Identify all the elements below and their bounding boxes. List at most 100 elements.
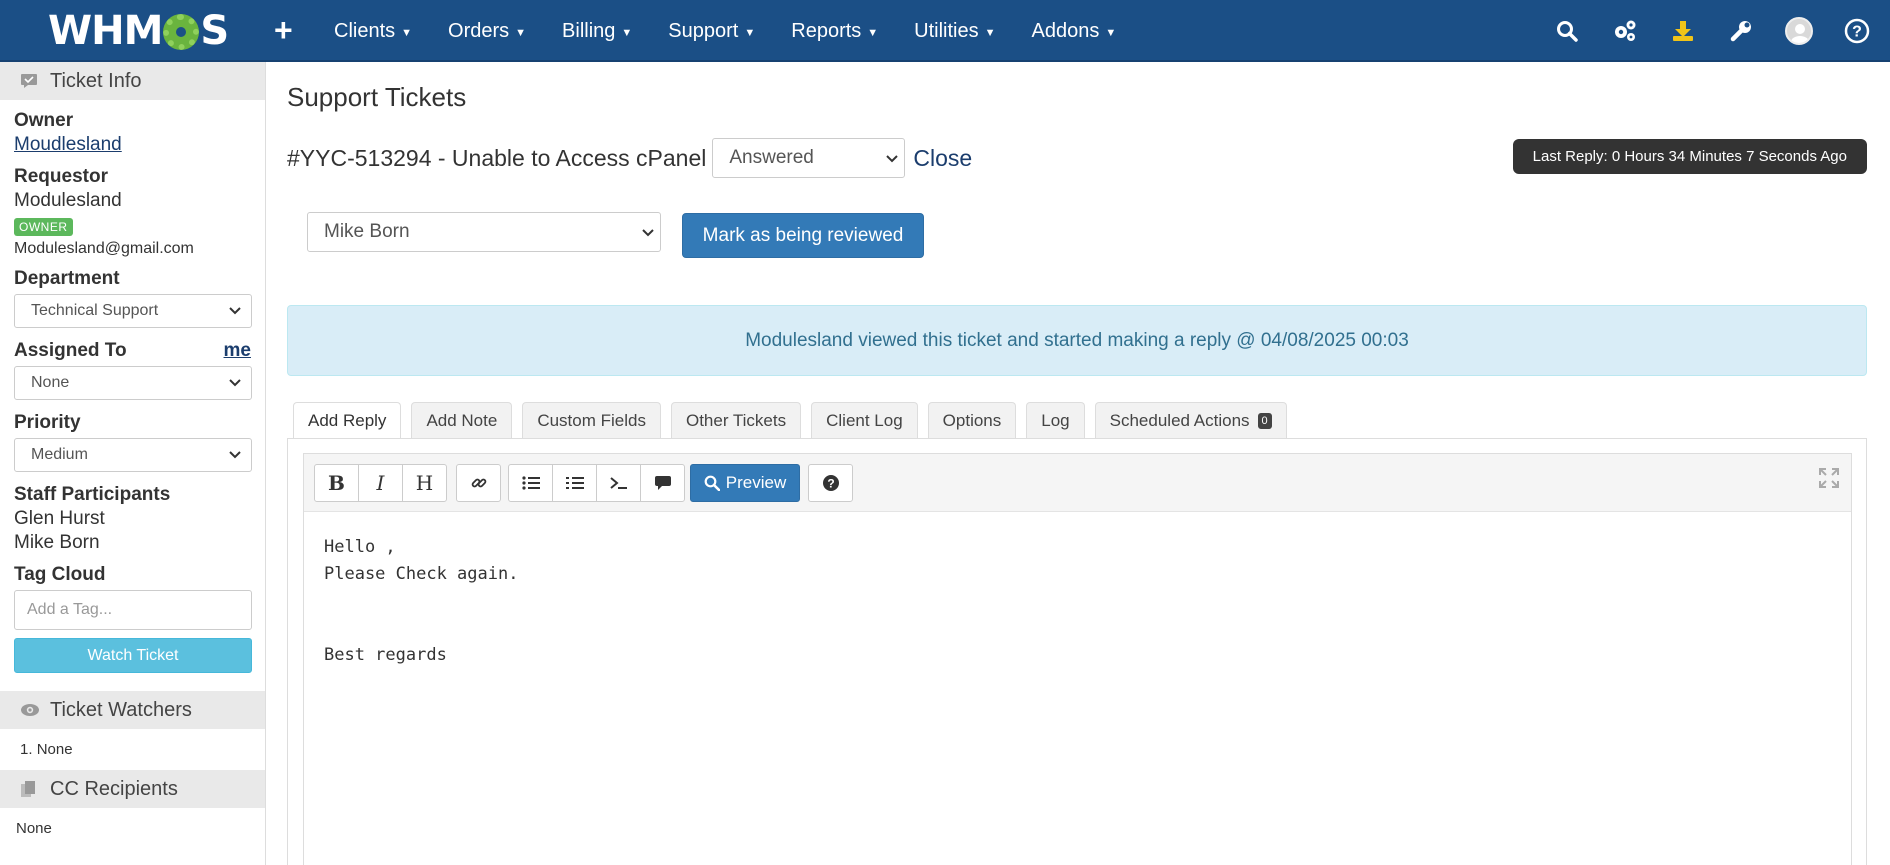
requestor-name: Modulesland xyxy=(14,190,122,211)
caret-down-icon: ▼ xyxy=(867,26,879,39)
reply-textarea[interactable]: Hello , Please Check again. Best regards xyxy=(304,512,1851,691)
heading-button[interactable]: H xyxy=(402,464,447,502)
page-title: Support Tickets xyxy=(287,82,467,112)
search-icon[interactable] xyxy=(1552,16,1582,46)
last-reply-badge: Last Reply: 0 Hours 34 Minutes 7 Seconds… xyxy=(1512,139,1867,174)
tab-label: Custom Fields xyxy=(537,410,646,430)
assign-staff-select[interactable]: Mike Born xyxy=(307,212,661,252)
participant-item: Mike Born xyxy=(14,532,100,553)
ticket-info-body: Owner Moudlesland Requestor Modulesland … xyxy=(0,110,265,673)
nav-utilities[interactable]: Utilities ▼ xyxy=(896,20,1013,43)
quote-button[interactable] xyxy=(640,464,685,502)
wrench-icon[interactable] xyxy=(1726,16,1756,46)
staff-participants-label: Staff Participants xyxy=(14,484,171,505)
tab-other-tickets[interactable]: Other Tickets xyxy=(670,402,802,438)
bullet-list-icon xyxy=(521,476,540,490)
link-icon xyxy=(471,478,486,488)
logo-gear-icon xyxy=(163,14,200,50)
tab-custom-fields[interactable]: Custom Fields xyxy=(522,402,661,438)
caret-down-icon: ▼ xyxy=(984,26,996,39)
department-label: Department xyxy=(14,268,120,289)
nav-label: Reports xyxy=(791,19,862,42)
tab-log[interactable]: Log xyxy=(1026,402,1085,438)
department-select[interactable]: Technical Support xyxy=(14,294,252,328)
tab-label: Scheduled Actions xyxy=(1109,410,1250,430)
nav-label: Orders xyxy=(448,19,510,42)
owner-badge: OWNER xyxy=(14,218,73,236)
tab-add-reply[interactable]: Add Reply xyxy=(293,402,402,439)
add-reply-panel: B I H Preview ? Hello , Please Check aga… xyxy=(287,438,1867,865)
ticket-watchers-heading: Ticket Watchers xyxy=(0,691,265,729)
nav-clients[interactable]: Clients ▼ xyxy=(316,20,430,43)
help-icon[interactable]: ? xyxy=(1842,16,1872,46)
watch-ticket-button[interactable]: Watch Ticket xyxy=(14,638,252,673)
ticket-info-heading: Ticket Info xyxy=(0,62,265,100)
svg-text:?: ? xyxy=(1852,24,1862,41)
assigned-to-row: Assigned To me xyxy=(14,340,251,362)
editor-toolbar: B I H Preview ? xyxy=(304,454,1851,512)
tab-label: Add Reply xyxy=(308,411,387,430)
italic-icon: I xyxy=(376,471,385,495)
download-icon[interactable] xyxy=(1668,16,1698,46)
assign-to-me-link[interactable]: me xyxy=(224,340,251,362)
watchers-list: 1. None xyxy=(20,741,73,758)
ticket-status-select[interactable]: Answered xyxy=(712,138,906,178)
close-ticket-link[interactable]: Close xyxy=(913,145,972,172)
user-avatar-icon[interactable] xyxy=(1784,16,1814,46)
markdown-help-button[interactable]: ? xyxy=(808,464,853,502)
quick-add-button[interactable]: + xyxy=(274,12,293,48)
bullet-list-button[interactable] xyxy=(508,464,553,502)
tab-label: Add Note xyxy=(426,410,498,430)
search-icon xyxy=(704,475,720,491)
nav-label: Addons xyxy=(1031,19,1100,42)
owner-link[interactable]: Moudlesland xyxy=(14,134,251,156)
tag-cloud-label: Tag Cloud xyxy=(14,564,106,585)
italic-button[interactable]: I xyxy=(358,464,403,502)
owner-label: Owner xyxy=(14,110,74,131)
bold-button[interactable]: B xyxy=(314,464,359,502)
scheduled-actions-count-badge: 0 xyxy=(1257,412,1272,429)
mark-reviewed-button[interactable]: Mark as being reviewed xyxy=(682,213,924,258)
reply-editor: B I H Preview ? Hello , Please Check aga… xyxy=(303,453,1852,865)
nav-label: Support xyxy=(668,19,739,42)
ticket-title: #YYC-513294 - Unable to Access cPanel xyxy=(287,144,707,171)
nav-label: Utilities xyxy=(914,19,979,42)
heading-text: Ticket Watchers xyxy=(50,698,192,721)
link-button[interactable] xyxy=(456,464,501,502)
comment-icon xyxy=(654,476,671,490)
priority-select[interactable]: Medium xyxy=(14,438,252,472)
requestor-email: Modulesland@gmail.com xyxy=(14,240,194,257)
tab-client-log[interactable]: Client Log xyxy=(811,402,918,438)
help-group: ? xyxy=(808,464,853,502)
logo-text-left: WHM xyxy=(48,8,163,54)
tab-scheduled-actions[interactable]: Scheduled Actions 0 xyxy=(1094,402,1287,438)
settings-gears-icon[interactable] xyxy=(1610,16,1640,46)
cc-recipients-heading: CC Recipients xyxy=(0,770,265,808)
nav-orders[interactable]: Orders ▼ xyxy=(430,20,544,43)
nav-support[interactable]: Support ▼ xyxy=(650,20,773,43)
heading-icon: H xyxy=(415,471,434,495)
assigned-to-select[interactable]: None xyxy=(14,366,252,400)
nav-label: Billing xyxy=(562,19,616,42)
caret-down-icon: ▼ xyxy=(1105,26,1117,39)
tag-input[interactable]: Add a Tag... xyxy=(14,590,252,630)
question-circle-icon: ? xyxy=(822,475,839,491)
tab-label: Other Tickets xyxy=(685,410,787,430)
nav-billing[interactable]: Billing ▼ xyxy=(544,20,650,43)
nav-reports[interactable]: Reports ▼ xyxy=(773,20,896,43)
ticket-sidebar: Ticket Info Owner Moudlesland Requestor … xyxy=(0,62,266,865)
avatar xyxy=(1785,17,1813,45)
whmcs-logo[interactable]: WHM S xyxy=(48,8,229,54)
numbered-list-button[interactable] xyxy=(552,464,597,502)
tab-add-note[interactable]: Add Note xyxy=(411,402,513,438)
tab-options[interactable]: Options xyxy=(927,402,1017,438)
ticket-header-row: #YYC-513294 - Unable to Access cPanel An… xyxy=(287,138,972,178)
preview-button[interactable]: Preview xyxy=(690,464,800,502)
numbered-list-icon xyxy=(565,477,584,489)
chevron-down-icon xyxy=(886,147,899,169)
main-nav: Clients ▼ Orders ▼ Billing ▼ Support ▼ Repor… xyxy=(316,0,1134,62)
department-value: Technical Support xyxy=(31,302,159,319)
nav-addons[interactable]: Addons ▼ xyxy=(1014,20,1135,43)
code-button[interactable] xyxy=(596,464,641,502)
fullscreen-expand-icon[interactable] xyxy=(1819,468,1839,493)
